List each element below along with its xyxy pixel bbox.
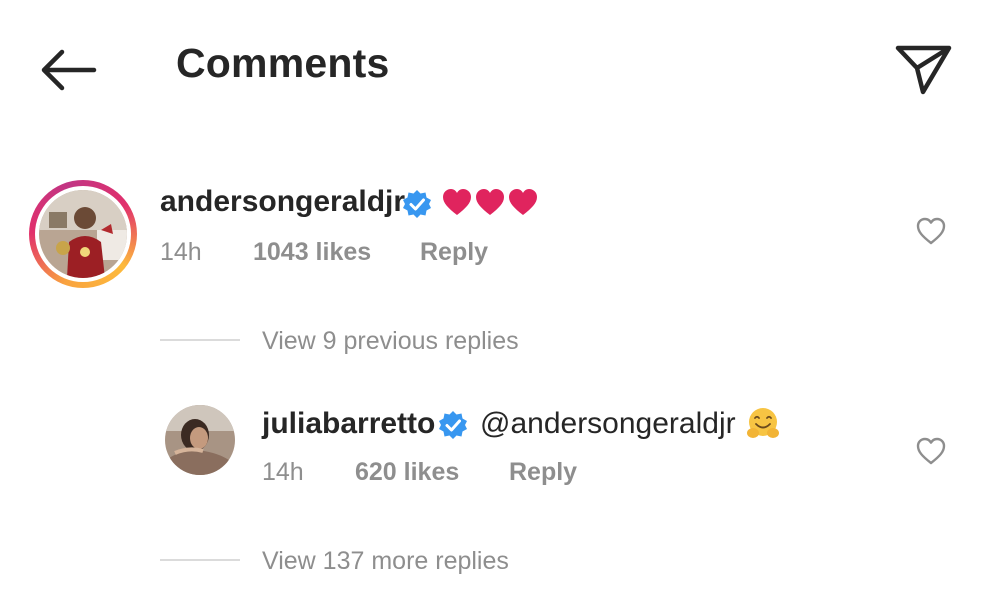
reply-button[interactable]: Reply — [509, 458, 577, 487]
heart-outline-icon — [916, 437, 946, 465]
red-heart-emoji-icon — [443, 189, 471, 215]
share-button[interactable] — [893, 40, 955, 98]
verified-badge-icon — [402, 189, 432, 219]
hugging-face-icon — [747, 408, 779, 438]
mention-link[interactable]: @andersongeraldjr — [480, 407, 736, 441]
red-heart-emoji-icon — [509, 189, 537, 215]
comment-username[interactable]: andersongeraldjr — [160, 185, 405, 219]
like-count[interactable]: 1043 likes — [253, 238, 371, 267]
avatar[interactable] — [39, 190, 127, 278]
like-button[interactable] — [915, 436, 947, 466]
comment-timestamp: 14h — [262, 458, 304, 486]
view-previous-replies-button[interactable]: View 9 previous replies — [262, 327, 519, 356]
divider — [160, 339, 240, 341]
comment-timestamp: 14h — [160, 238, 202, 266]
red-heart-emoji-icon — [476, 189, 504, 215]
like-button[interactable] — [915, 216, 947, 246]
verified-badge-icon — [438, 410, 468, 440]
avatar-image — [39, 190, 127, 278]
paper-plane-icon — [895, 45, 952, 95]
comment-text — [442, 188, 538, 216]
comment-username[interactable]: juliabarretto — [262, 407, 435, 441]
back-button[interactable] — [36, 46, 100, 94]
like-count[interactable]: 620 likes — [355, 458, 459, 487]
reply-button[interactable]: Reply — [420, 238, 488, 267]
divider — [160, 559, 240, 561]
hugging-face-emoji — [745, 406, 781, 451]
page-title: Comments — [176, 40, 390, 86]
heart-outline-icon — [916, 217, 946, 245]
avatar-image — [165, 405, 235, 475]
arrow-left-icon — [41, 49, 97, 91]
view-more-replies-button[interactable]: View 137 more replies — [262, 547, 509, 576]
avatar[interactable] — [165, 405, 235, 475]
